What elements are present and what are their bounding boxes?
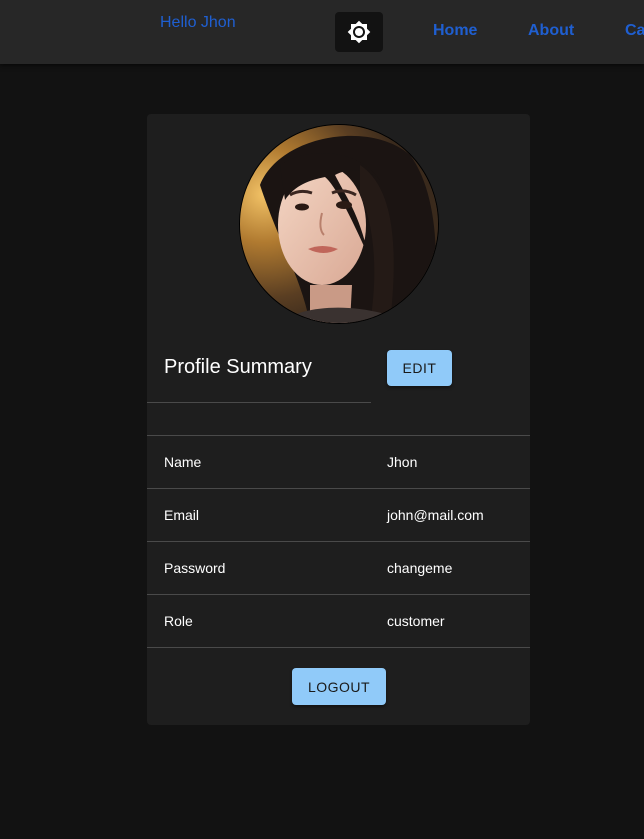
profile-card: Profile Summary EDIT Name Jhon Email joh… <box>147 114 530 725</box>
row-label: Email <box>164 507 200 523</box>
table-row: Email john@mail.com <box>147 488 530 541</box>
table-row: Name Jhon <box>147 435 530 488</box>
avatar <box>239 124 439 324</box>
title-divider <box>147 402 371 403</box>
profile-details-table: Name Jhon Email john@mail.com Password c… <box>147 435 530 648</box>
row-value: Jhon <box>387 454 418 470</box>
logout-button[interactable]: LOGOUT <box>292 668 386 705</box>
table-row: Password changeme <box>147 541 530 594</box>
theme-toggle-button[interactable] <box>335 12 383 52</box>
nav-link-about[interactable]: About <box>528 22 574 40</box>
row-value: customer <box>387 613 445 629</box>
nav-link-categories[interactable]: Ca <box>625 22 644 40</box>
row-value: changeme <box>387 560 453 576</box>
table-row: Role customer <box>147 594 530 648</box>
edit-button[interactable]: EDIT <box>387 350 452 386</box>
sun-icon <box>347 20 371 44</box>
row-label: Name <box>164 454 202 470</box>
greeting-text: Hello Jhon <box>160 14 236 31</box>
avatar-photo <box>240 125 438 323</box>
app-bar: Hello Jhon Home About Ca <box>0 0 644 64</box>
row-label: Role <box>164 613 193 629</box>
row-label: Password <box>164 560 226 576</box>
row-value: john@mail.com <box>387 507 484 523</box>
nav-link-home[interactable]: Home <box>433 22 477 40</box>
profile-summary-title: Profile Summary <box>164 356 312 378</box>
